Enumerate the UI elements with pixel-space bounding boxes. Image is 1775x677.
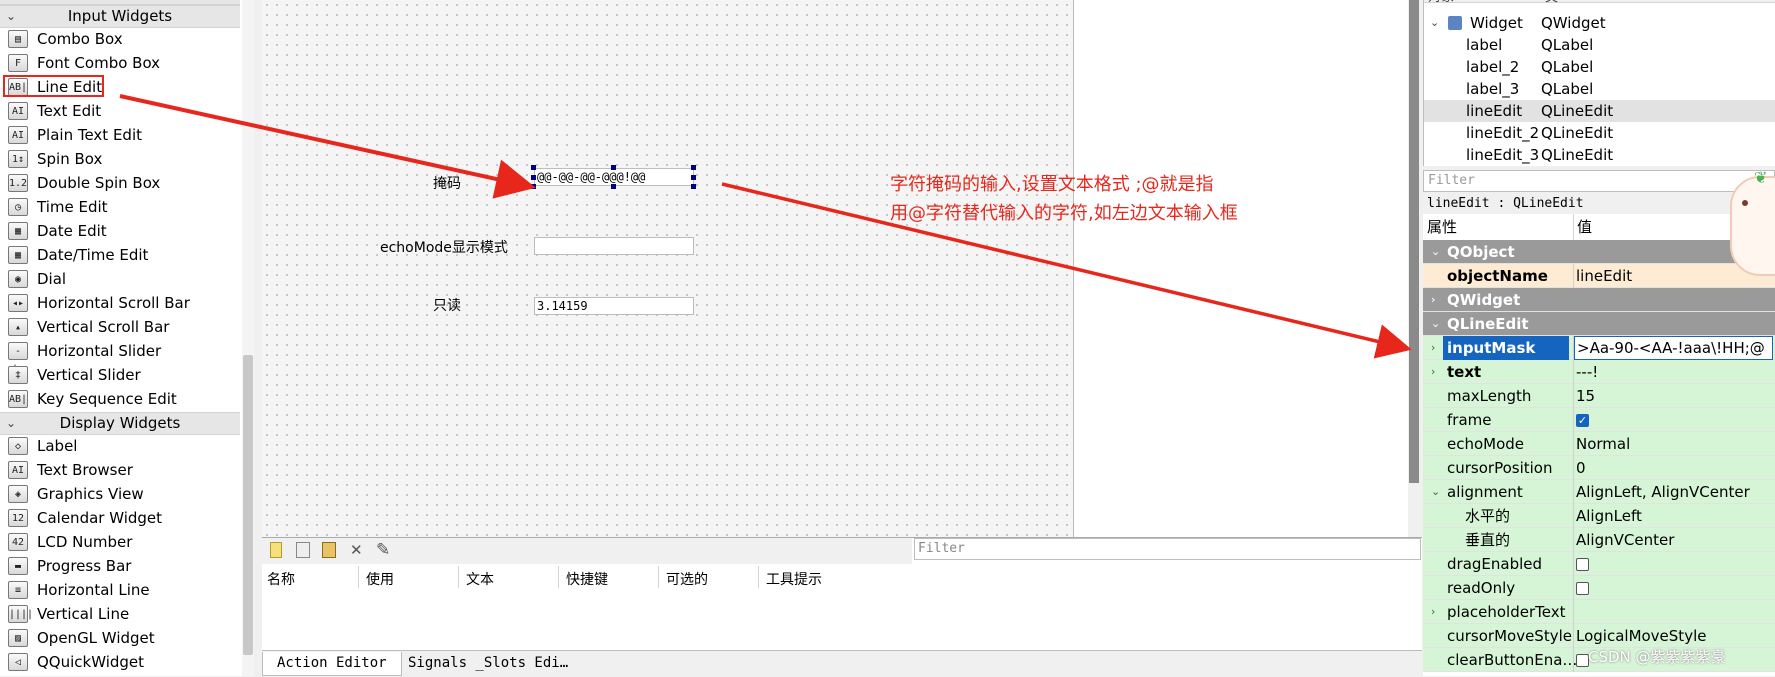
arrow-to-mask-field bbox=[119, 94, 536, 199]
annotation-arrows bbox=[119, 94, 1412, 359]
arrow-to-input-mask bbox=[721, 182, 1412, 359]
